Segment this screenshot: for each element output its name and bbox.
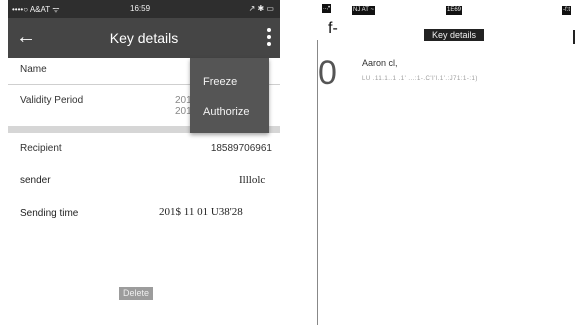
more-options-icon[interactable] xyxy=(266,28,272,49)
validity-label: Validity Period xyxy=(20,95,84,106)
freeze-menu-item[interactable]: Freeze xyxy=(203,76,237,88)
status-bar: ••••○ A&AT ᯤ 16:59 ↗ ✱ ▭ xyxy=(8,0,280,18)
right-status-carrier: NJ AT ~ xyxy=(352,6,375,15)
right-status-time: 1E69 xyxy=(446,6,463,15)
contact-subtitle: LU .11.1..1 .1' ...:1-.C'I'l.1'.:J71:1-:… xyxy=(362,76,478,82)
status-time: 16:59 xyxy=(130,4,151,13)
overflow-menu: Freeze Authorize xyxy=(190,58,269,133)
recipient-row: Recipient 18589706961 xyxy=(8,134,280,154)
right-status-indicators: -f:t xyxy=(562,6,571,15)
right-status-bar: ..,• NJ AT ~ 1E69 -f:t xyxy=(318,0,578,18)
right-status-left: ..,• xyxy=(322,4,332,13)
sender-label: sender xyxy=(20,175,51,186)
name-label: Name xyxy=(20,64,47,75)
contact-name[interactable]: Aaron cl, xyxy=(362,58,398,68)
right-edge-bar xyxy=(573,30,575,44)
sending-time-label: Sending time xyxy=(20,208,79,219)
sending-time-value: 201$ 11 01 U38'28 xyxy=(159,206,243,218)
authorize-menu-item[interactable]: Authorize xyxy=(203,106,249,118)
right-title: Key details xyxy=(424,29,484,41)
avatar-icon: 0 xyxy=(318,54,337,92)
delete-button[interactable]: Delete xyxy=(119,287,153,300)
recipient-label: Recipient xyxy=(20,143,62,154)
carrier-label: ••••○ A&AT ᯤ xyxy=(12,5,60,14)
page-title: Key details xyxy=(109,30,179,46)
sender-value: Illlolc xyxy=(239,174,266,186)
phone-screen-left: ••••○ A&AT ᯤ 16:59 ↗ ✱ ▭ ← Key details N… xyxy=(8,0,280,325)
app-bar: ← Key details xyxy=(8,18,280,58)
recipient-value: 18589706961 xyxy=(210,143,272,154)
right-back-icon[interactable]: f- xyxy=(328,20,338,38)
status-indicators: ↗ ✱ ▭ xyxy=(248,4,274,13)
